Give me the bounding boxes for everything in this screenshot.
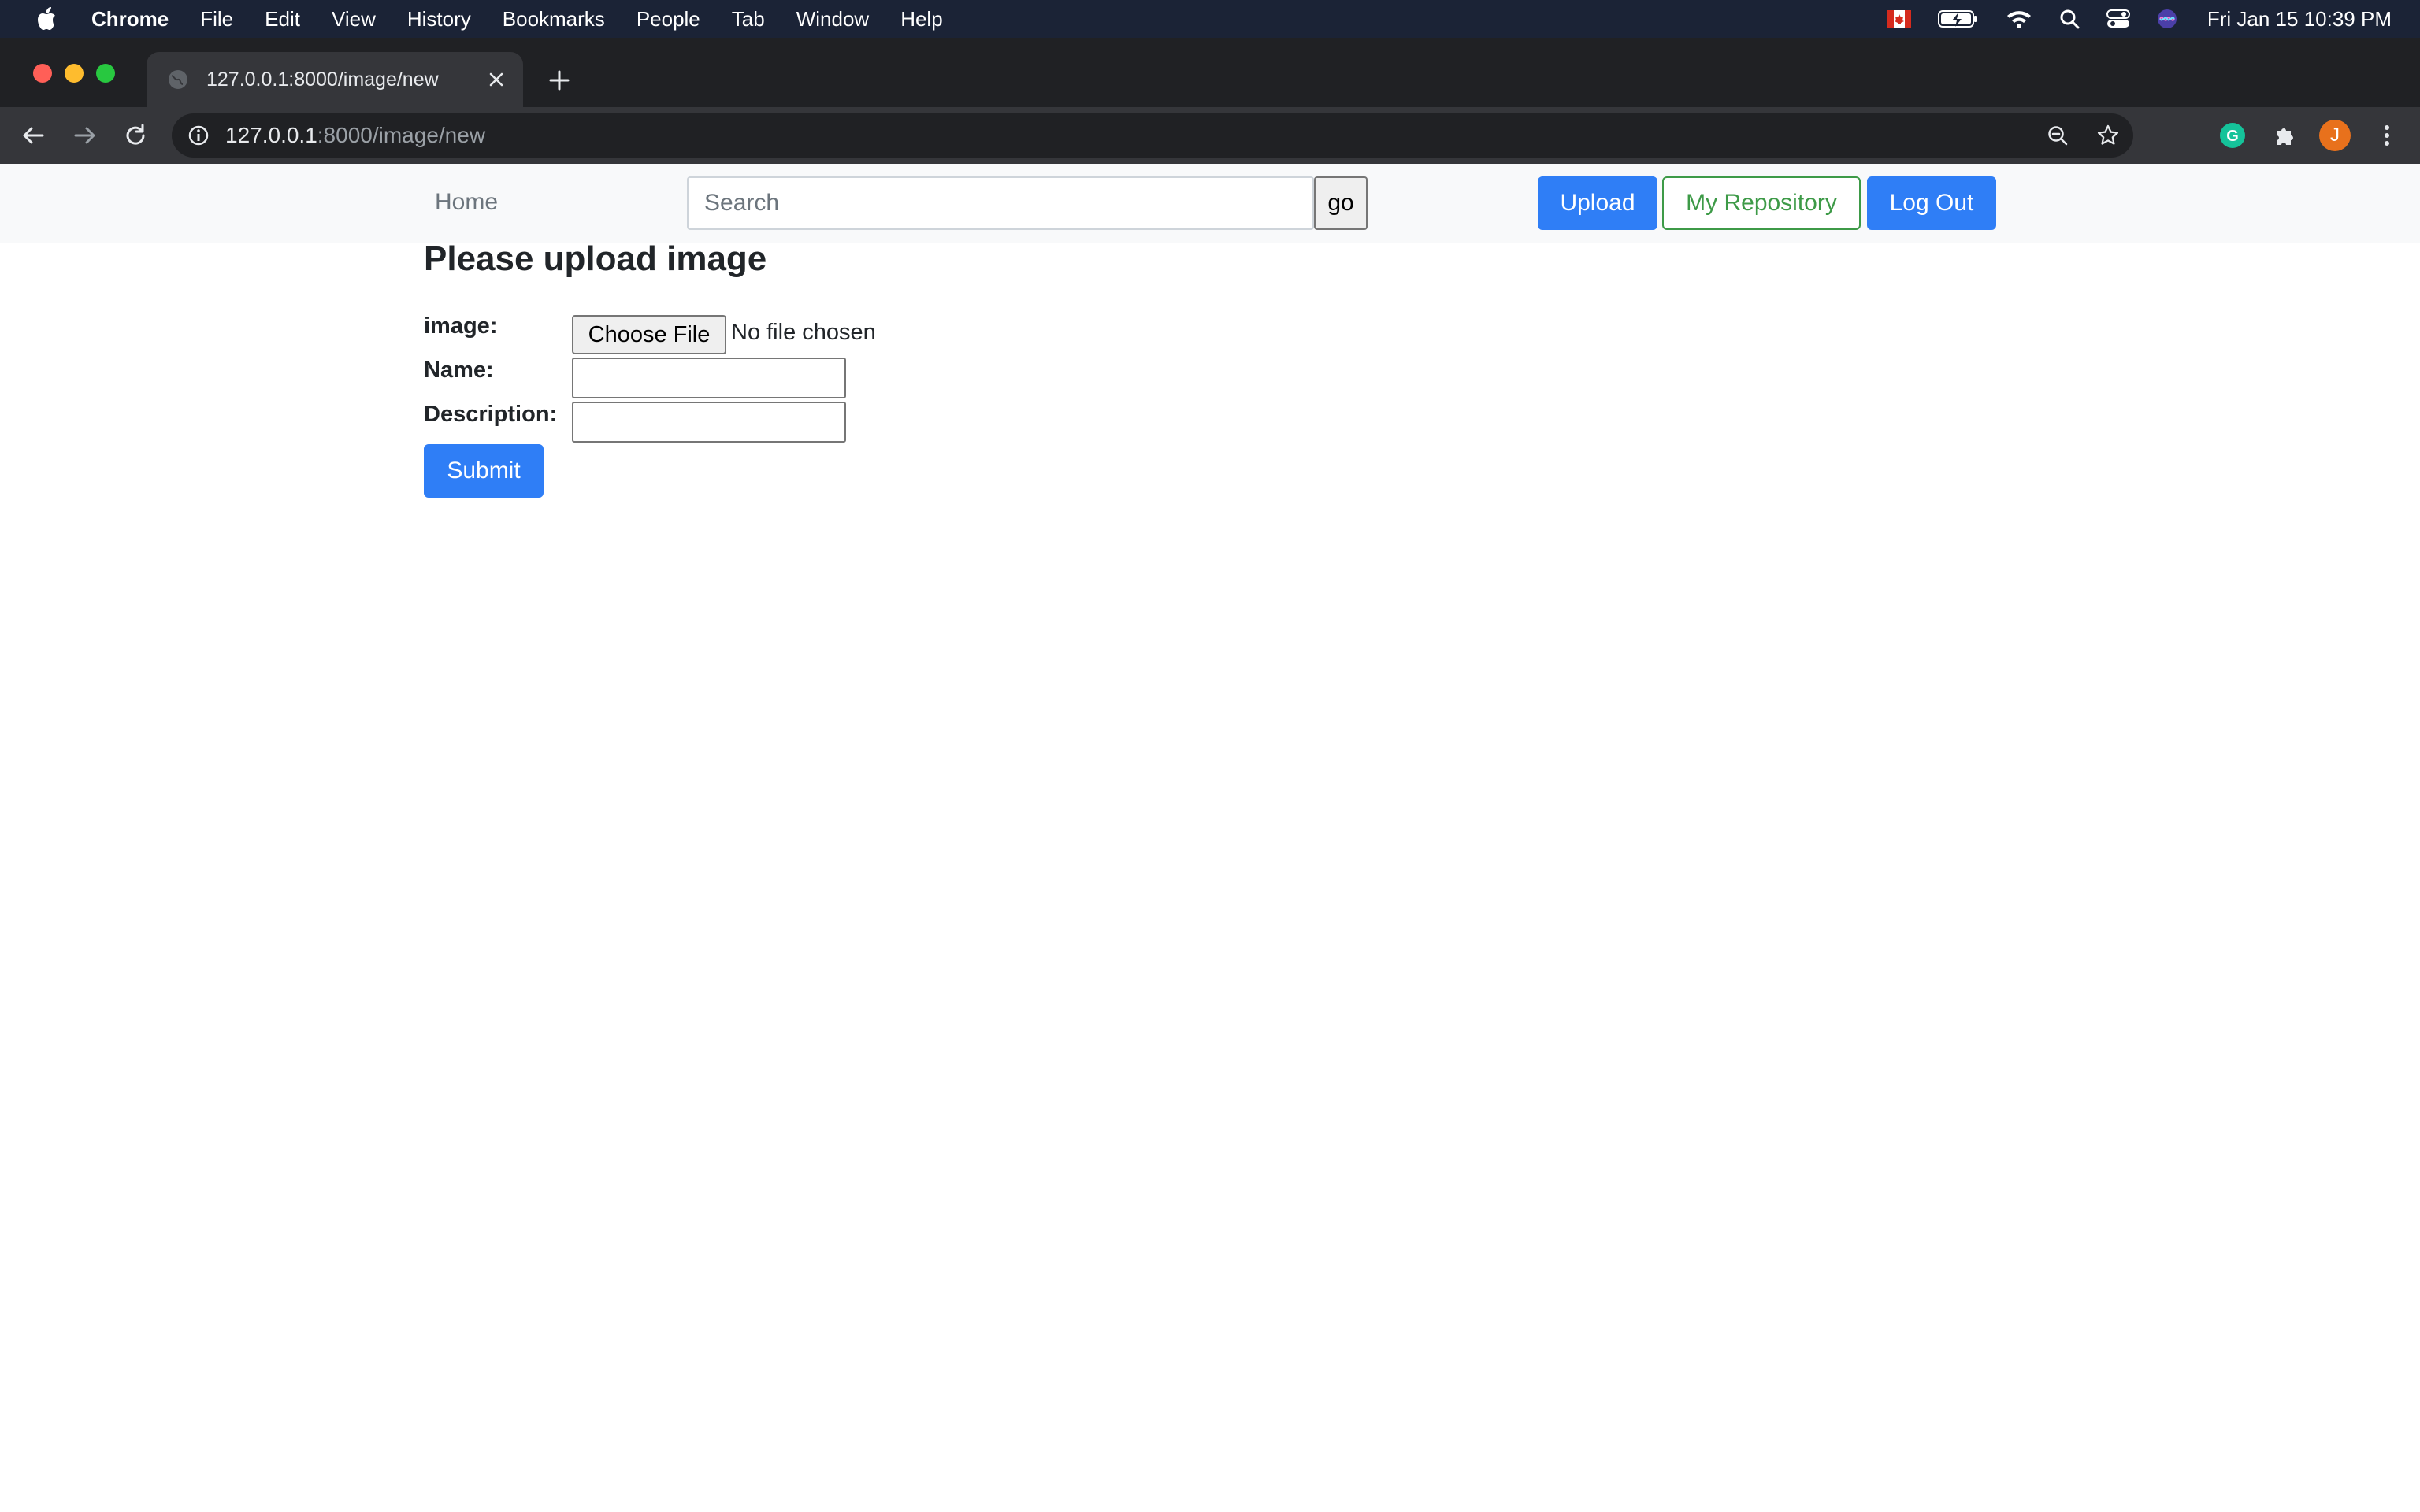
menu-window[interactable]: Window: [796, 7, 869, 32]
site-info-icon[interactable]: [187, 124, 210, 146]
menu-people[interactable]: People: [637, 7, 700, 32]
canada-flag-icon[interactable]: [1887, 10, 1911, 28]
name-input[interactable]: [572, 358, 846, 398]
zoom-out-icon[interactable]: [2042, 120, 2073, 151]
description-field-label: Description:: [424, 402, 558, 427]
wifi-icon[interactable]: [2006, 9, 2032, 29]
siri-icon[interactable]: [2157, 9, 2177, 29]
svg-text:G: G: [2226, 128, 2239, 145]
control-center-icon[interactable]: [2106, 9, 2130, 29]
profile-avatar[interactable]: J: [2319, 120, 2351, 151]
search-input[interactable]: [687, 176, 1314, 230]
menu-tab[interactable]: Tab: [732, 7, 765, 32]
log-out-button[interactable]: Log Out: [1867, 176, 1996, 230]
apple-logo-icon[interactable]: [30, 6, 61, 32]
address-url[interactable]: 127.0.0.1:8000/image/new: [225, 123, 485, 148]
chrome-menu-kebab-icon[interactable]: [2371, 120, 2403, 151]
browser-tab-strip: 127.0.0.1:8000/image/new: [0, 38, 2420, 107]
tab-title: 127.0.0.1:8000/image/new: [206, 68, 439, 91]
battery-charging-icon[interactable]: [1937, 9, 1979, 28]
back-arrow-icon[interactable]: [17, 120, 49, 151]
menubar-clock[interactable]: Fri Jan 15 10:39 PM: [2207, 7, 2392, 32]
menubar-status-area: Fri Jan 15 10:39 PM: [1861, 0, 2392, 38]
choose-file-button[interactable]: Choose File: [572, 315, 726, 354]
menu-edit[interactable]: Edit: [265, 7, 300, 32]
menu-history[interactable]: History: [407, 7, 471, 32]
profile-initial: J: [2319, 120, 2351, 151]
window-zoom-button[interactable]: [96, 64, 115, 83]
browser-tab-active[interactable]: 127.0.0.1:8000/image/new: [147, 52, 523, 107]
new-tab-plus-icon[interactable]: [544, 65, 575, 96]
page-title: Please upload image: [424, 239, 767, 278]
description-input[interactable]: [572, 402, 846, 443]
macos-menu-bar: Chrome File Edit View History Bookmarks …: [0, 0, 2420, 38]
upload-button[interactable]: Upload: [1538, 176, 1657, 230]
extensions-puzzle-icon[interactable]: [2269, 120, 2300, 151]
spotlight-search-icon[interactable]: [2059, 9, 2080, 29]
menu-view[interactable]: View: [332, 7, 376, 32]
browser-toolbar: 127.0.0.1:8000/image/new G J: [0, 107, 2420, 164]
site-navbar: Home go Upload My Repository Log Out: [0, 164, 2420, 243]
my-repository-button[interactable]: My Repository: [1662, 176, 1861, 230]
globe-icon: [167, 69, 189, 91]
reload-icon[interactable]: [120, 120, 151, 151]
bookmark-star-icon[interactable]: [2092, 120, 2124, 151]
menu-file[interactable]: File: [200, 7, 233, 32]
nav-home-link[interactable]: Home: [435, 189, 498, 216]
url-path: :8000/image/new: [317, 123, 486, 147]
menu-help[interactable]: Help: [900, 7, 942, 32]
address-bar[interactable]: 127.0.0.1:8000/image/new: [172, 113, 2133, 158]
file-status-text: No file chosen: [731, 320, 876, 345]
omnibox-actions: [2023, 120, 2124, 151]
search-go-button[interactable]: go: [1314, 176, 1368, 230]
tab-close-icon[interactable]: [481, 64, 512, 95]
menu-bookmarks[interactable]: Bookmarks: [503, 7, 605, 32]
window-minimize-button[interactable]: [65, 64, 84, 83]
submit-button[interactable]: Submit: [424, 444, 544, 498]
menu-app-name[interactable]: Chrome: [91, 7, 169, 32]
name-field-label: Name:: [424, 358, 494, 383]
grammarly-extension-icon[interactable]: G: [2217, 120, 2248, 151]
window-close-button[interactable]: [33, 64, 52, 83]
image-field-label: image:: [424, 313, 498, 339]
url-host: 127.0.0.1: [225, 123, 317, 147]
forward-arrow-icon[interactable]: [69, 120, 101, 151]
